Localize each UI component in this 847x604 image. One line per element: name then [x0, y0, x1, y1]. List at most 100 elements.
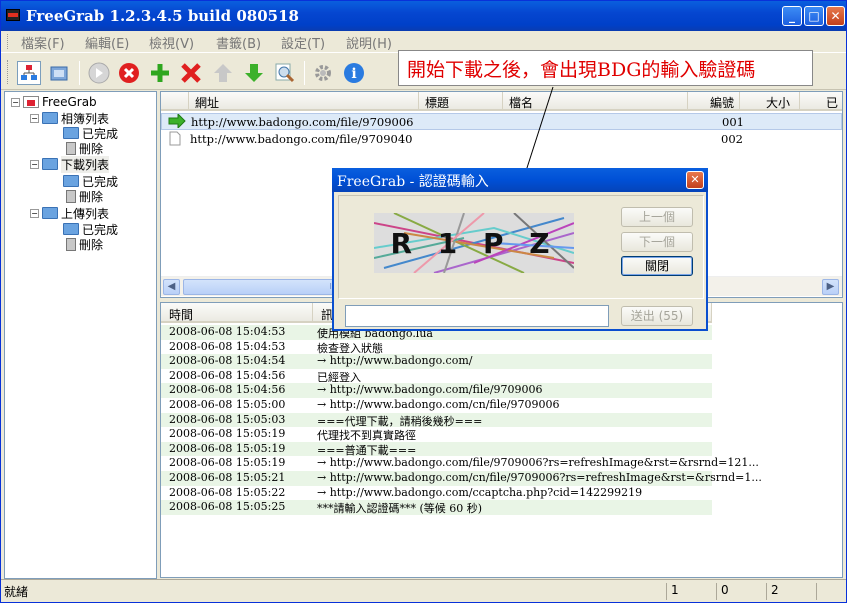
- list-row[interactable]: http://www.badongo.com/file/9709040 002: [161, 131, 842, 148]
- trash-icon: [66, 189, 76, 203]
- dialog-close-button[interactable]: 關閉: [621, 256, 693, 276]
- move-down-icon[interactable]: [242, 61, 266, 85]
- log-row[interactable]: 2008-06-08 15:05:00 → http://www.badongo.…: [161, 398, 712, 413]
- log-row[interactable]: 2008-06-08 15:05:25 ***請輸入認證碼*** (等候 60 秒…: [161, 500, 712, 515]
- log-time: 2008-06-08 15:05:21: [169, 471, 286, 484]
- annotation-callout: 開始下載之後，會出現BDG的輸入驗證碼: [398, 50, 813, 86]
- column-time[interactable]: 時間: [161, 303, 313, 323]
- menu-grip: [7, 34, 10, 49]
- status-bar: 就緒 1 0 2: [1, 579, 846, 602]
- menu-settings[interactable]: 設定(T): [281, 33, 325, 52]
- folder-icon: [63, 175, 79, 187]
- row-number: 001: [722, 115, 744, 129]
- captcha-input[interactable]: [345, 305, 609, 327]
- start-icon[interactable]: [87, 61, 111, 85]
- window-title: FreeGrab 1.2.3.4.5 build 080518: [26, 7, 299, 25]
- tree-item-downloads-deleted[interactable]: 刪除: [63, 188, 103, 204]
- log-row[interactable]: 2008-06-08 15:05:21 → http://www.badongo.…: [161, 471, 762, 486]
- scroll-right-icon[interactable]: ▶: [822, 279, 839, 295]
- menu-view[interactable]: 檢視(V): [149, 33, 194, 52]
- log-time: 2008-06-08 15:05:03: [169, 412, 286, 426]
- info-icon[interactable]: i: [342, 61, 366, 85]
- dialog-title: FreeGrab - 認證碼輸入: [337, 174, 489, 190]
- column-size[interactable]: 大小: [740, 92, 800, 111]
- log-row[interactable]: 2008-06-08 15:05:03 ===代理下載，請稍後幾秒===: [161, 412, 712, 428]
- column-filename[interactable]: 檔名: [503, 92, 688, 111]
- status-cell: 1: [666, 583, 679, 600]
- list-row[interactable]: http://www.badongo.com/file/9709006 001: [161, 112, 842, 130]
- toolbar-grip: [7, 60, 10, 84]
- stop-icon[interactable]: [117, 61, 141, 85]
- scroll-left-icon[interactable]: ◀: [163, 279, 180, 295]
- log-row[interactable]: 2008-06-08 15:05:19 → http://www.badongo.…: [161, 456, 759, 471]
- log-row[interactable]: 2008-06-08 15:05:22 → http://www.badongo.…: [161, 485, 712, 501]
- settings-icon[interactable]: [311, 61, 335, 85]
- captcha-image: R 1 P Z: [374, 213, 574, 273]
- log-row[interactable]: 2008-06-08 15:04:56 → http://www.badongo.…: [161, 383, 712, 398]
- log-row[interactable]: 2008-06-08 15:04:54 → http://www.badongo.…: [161, 354, 712, 369]
- captcha-text: R 1 P Z: [390, 227, 557, 260]
- tree-view-icon[interactable]: [17, 61, 41, 85]
- folder-icon: [63, 223, 79, 235]
- add-icon[interactable]: [148, 61, 172, 85]
- main-window: FreeGrab 1.2.3.4.5 build 080518 _ □ ✕ 檔案…: [0, 0, 847, 603]
- dialog-close-icon[interactable]: ✕: [686, 171, 704, 189]
- log-time: 2008-06-08 15:04:53: [169, 325, 286, 338]
- prev-button[interactable]: 上一個: [621, 207, 693, 227]
- menu-bookmarks[interactable]: 書籤(B): [216, 33, 261, 52]
- folder-icon: [42, 112, 58, 124]
- log-row[interactable]: 2008-06-08 15:05:19 ===普通下載===: [161, 441, 712, 457]
- send-button[interactable]: 送出 (55): [621, 306, 693, 326]
- tree-item-albums-deleted[interactable]: 刪除: [63, 140, 103, 156]
- resize-grip[interactable]: [816, 583, 844, 600]
- captcha-field[interactable]: [346, 306, 608, 326]
- column-downloaded[interactable]: 已: [800, 92, 842, 111]
- log-message: ***請輸入認證碼*** (等候 60 秒): [317, 502, 483, 516]
- row-url: http://www.badongo.com/file/9709040: [190, 132, 413, 146]
- column-title[interactable]: 標題: [419, 92, 503, 111]
- log-time: 2008-06-08 15:05:19: [169, 456, 286, 470]
- folder-icon: [42, 207, 58, 219]
- log-message: ===普通下載===: [317, 443, 417, 457]
- column-url[interactable]: 網址: [189, 92, 419, 111]
- title-bar: FreeGrab 1.2.3.4.5 build 080518 _ □ ✕: [1, 1, 846, 31]
- log-time: 2008-06-08 15:04:56: [169, 368, 286, 382]
- menu-edit[interactable]: 編輯(E): [85, 33, 129, 52]
- log-row[interactable]: 2008-06-08 15:05:19 代理找不到真實路徑: [161, 427, 712, 442]
- move-up-icon[interactable]: [211, 61, 235, 85]
- tree-root[interactable]: − FreeGrab: [11, 94, 97, 110]
- folder-icon: [42, 158, 58, 170]
- status-cell: 0: [716, 583, 729, 600]
- log-time: 2008-06-08 15:05:19: [169, 427, 286, 441]
- svg-text:i: i: [351, 66, 356, 82]
- log-message: 已經登入: [317, 370, 361, 384]
- menu-help[interactable]: 說明(H): [346, 33, 392, 52]
- status-text: 就緒: [4, 585, 29, 599]
- log-message: → http://www.badongo.com/cn/file/9709006…: [317, 471, 762, 484]
- log-row[interactable]: 2008-06-08 15:04:53 檢查登入狀態: [161, 339, 712, 355]
- log-message: → http://www.badongo.com/file/9709006: [317, 383, 543, 397]
- search-icon[interactable]: [273, 61, 297, 85]
- next-button[interactable]: 下一個: [621, 232, 693, 252]
- tree-group-downloads[interactable]: − 下載列表: [30, 155, 110, 173]
- trash-icon: [66, 141, 76, 155]
- log-message: → http://www.badongo.com/cn/file/9709006: [317, 398, 560, 411]
- menu-file[interactable]: 檔案(F): [21, 33, 65, 52]
- tree-group-uploads[interactable]: − 上傳列表: [30, 205, 109, 221]
- maximize-button[interactable]: □: [804, 6, 824, 26]
- trash-icon: [66, 237, 76, 251]
- window-icon[interactable]: [48, 61, 72, 85]
- log-time: 2008-06-08 15:05:22: [169, 485, 286, 499]
- log-time: 2008-06-08 15:04:53: [169, 339, 286, 353]
- log-message: 檢查登入狀態: [317, 341, 383, 355]
- close-button[interactable]: ✕: [826, 6, 845, 26]
- menu-bar: 檔案(F) 編輯(E) 檢視(V) 書籤(B) 設定(T) 說明(H): [1, 31, 846, 52]
- minimize-button[interactable]: _: [782, 6, 802, 26]
- tree-item-uploads-deleted[interactable]: 刪除: [63, 236, 103, 252]
- log-row[interactable]: 2008-06-08 15:04:56 已經登入: [161, 368, 712, 384]
- log-time: 2008-06-08 15:05:00: [169, 398, 286, 411]
- log-panel: 時間 訊 2008-06-08 15:04:53 使用模組 badongo.lua…: [160, 302, 843, 578]
- delete-icon[interactable]: [179, 61, 203, 85]
- column-number[interactable]: 編號: [688, 92, 740, 111]
- row-number: 002: [721, 132, 743, 146]
